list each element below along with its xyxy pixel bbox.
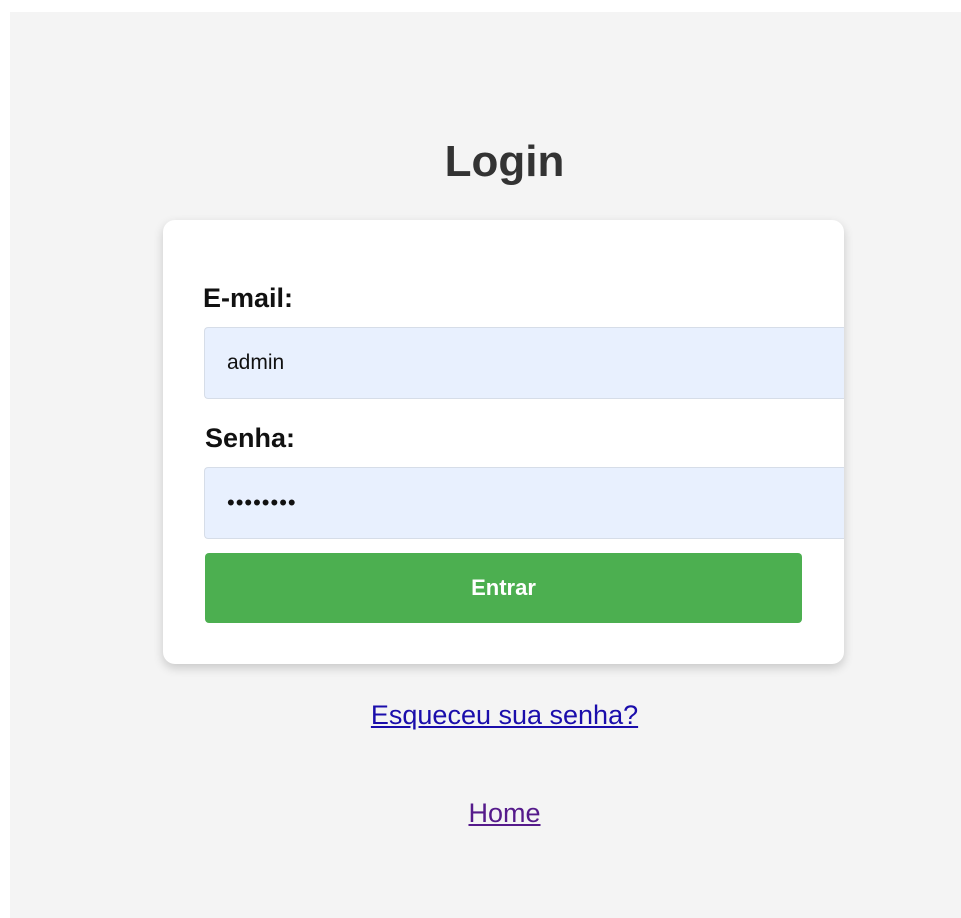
forgot-password-link[interactable]: Esqueceu sua senha? <box>371 700 638 730</box>
password-input[interactable] <box>204 467 844 539</box>
login-button[interactable]: Entrar <box>205 553 802 623</box>
email-input[interactable] <box>204 327 844 399</box>
login-card: E-mail: Senha: Entrar <box>163 220 844 664</box>
home-link-container: Home <box>10 797 961 829</box>
login-page: Login E-mail: Senha: Entrar Esqueceu sua… <box>10 12 961 918</box>
page-title: Login <box>444 137 565 186</box>
password-label: Senha: <box>205 423 296 453</box>
forgot-password-link-container: Esqueceu sua senha? <box>10 699 961 731</box>
email-label: E-mail: <box>203 283 294 313</box>
home-link[interactable]: Home <box>468 798 540 828</box>
